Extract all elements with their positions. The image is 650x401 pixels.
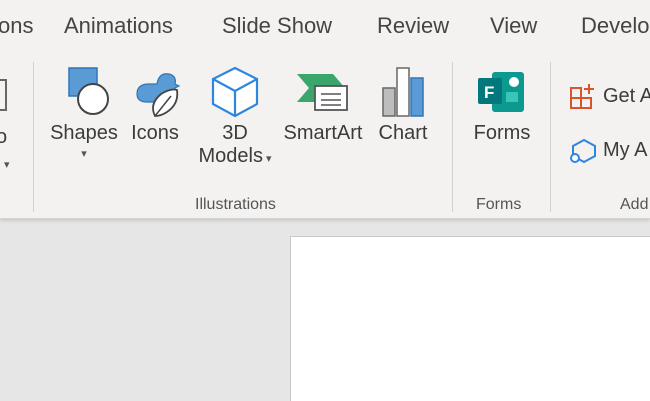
illustrations-group-label: Illustrations bbox=[195, 196, 276, 213]
shapes-button[interactable]: Shapes ▾ bbox=[46, 64, 122, 160]
tab-view[interactable]: View bbox=[490, 13, 537, 39]
my-addins-button[interactable]: My A bbox=[569, 136, 647, 164]
smartart-icon bbox=[297, 74, 348, 111]
tab-transitions[interactable]: ons bbox=[0, 13, 33, 39]
chart-button[interactable]: Chart bbox=[372, 64, 434, 145]
my-addins-label: My A bbox=[603, 138, 648, 161]
svg-text:F: F bbox=[484, 83, 494, 102]
group-separator bbox=[33, 62, 34, 212]
addins-group-label: Add bbox=[620, 196, 649, 213]
icons-button[interactable]: Icons bbox=[124, 64, 186, 145]
icons-icon bbox=[136, 73, 181, 117]
forms-button[interactable]: F Forms bbox=[470, 64, 534, 145]
slide-canvas[interactable] bbox=[290, 236, 650, 401]
3d-models-button[interactable]: 3D Models ▾ bbox=[190, 64, 280, 168]
shapes-label: Shapes bbox=[50, 122, 118, 144]
group-separator bbox=[550, 62, 551, 212]
tab-slide-show[interactable]: Slide Show bbox=[222, 13, 332, 39]
ribbon: ons Animations Slide Show Review View De… bbox=[0, 0, 650, 219]
3d-models-label-line2: Models bbox=[198, 145, 263, 167]
chevron-down-icon: ▾ bbox=[81, 148, 87, 160]
forms-group-label: Forms bbox=[476, 196, 522, 213]
forms-label: Forms bbox=[473, 122, 531, 144]
chart-icon bbox=[382, 67, 424, 117]
partial-image-icon[interactable] bbox=[0, 78, 10, 117]
get-addins-icon bbox=[570, 84, 594, 109]
chevron-down-icon: ▾ bbox=[4, 159, 10, 171]
chart-label: Chart bbox=[378, 122, 428, 144]
3d-models-label-line1: 3D bbox=[222, 122, 248, 144]
my-addins-icon bbox=[570, 138, 596, 164]
chevron-down-icon: ▾ bbox=[265, 153, 272, 165]
icons-label: Icons bbox=[131, 122, 179, 144]
microsoft-forms-icon: F bbox=[478, 72, 524, 112]
tab-animations[interactable]: Animations bbox=[64, 13, 173, 39]
tab-developer[interactable]: Develo bbox=[581, 13, 649, 39]
group-separator bbox=[452, 62, 453, 212]
tab-review[interactable]: Review bbox=[377, 13, 449, 39]
smartart-button[interactable]: SmartArt bbox=[280, 64, 366, 145]
ribbon-tab-bar: ons Animations Slide Show Review View De… bbox=[0, 0, 650, 56]
partial-button-label: o bbox=[0, 126, 8, 148]
get-addins-label: Get A bbox=[603, 84, 650, 107]
get-addins-button[interactable]: Get A bbox=[569, 82, 650, 110]
smartart-label: SmartArt bbox=[283, 122, 363, 144]
shapes-icon bbox=[68, 67, 109, 115]
3d-cube-icon bbox=[211, 66, 259, 118]
